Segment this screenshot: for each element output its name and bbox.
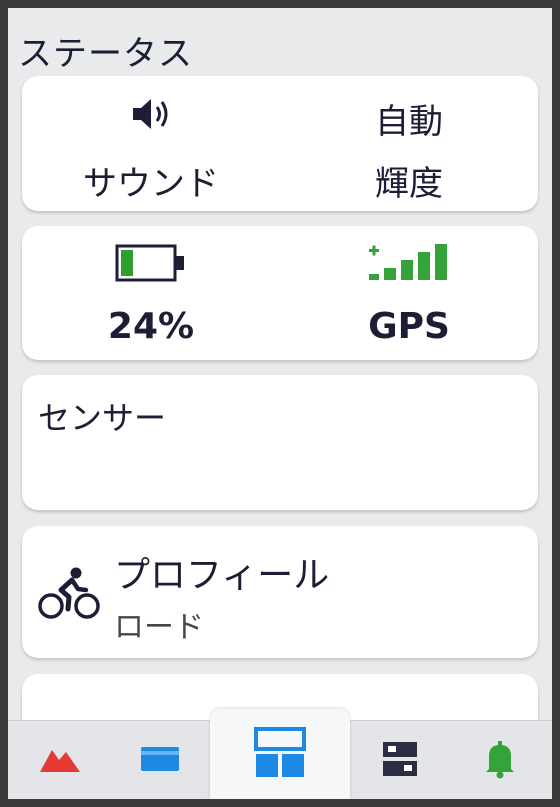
- profile-value: ロード: [114, 610, 204, 645]
- widget-grid-icon: [254, 726, 306, 783]
- sound-toggle[interactable]: サウンド: [22, 76, 280, 211]
- gps-signal-icon: [280, 242, 538, 282]
- sound-label: サウンド: [83, 164, 219, 204]
- bottom-nav: [8, 709, 552, 799]
- brightness-label: 輝度: [375, 164, 443, 204]
- device-list-icon: [380, 739, 420, 783]
- battery-status[interactable]: 24%: [22, 226, 280, 360]
- nav-widgets[interactable]: [210, 709, 350, 799]
- profile-card[interactable]: プロフィール ロード: [22, 526, 538, 658]
- card-icon: [140, 744, 180, 778]
- sensor-label: センサー: [38, 399, 167, 437]
- nav-notifications[interactable]: [450, 721, 550, 799]
- page-title: ステータス: [18, 34, 193, 74]
- nav-map[interactable]: [10, 721, 110, 799]
- mountain-icon: [39, 744, 81, 778]
- gps-status[interactable]: GPS: [280, 226, 538, 360]
- nav-devices[interactable]: [350, 721, 450, 799]
- battery-gps-card: 24% GPS: [22, 226, 538, 360]
- brightness-control[interactable]: 自動 輝度: [280, 76, 538, 211]
- sound-brightness-card: サウンド 自動 輝度: [22, 76, 538, 211]
- battery-icon: [22, 244, 280, 282]
- cyclist-icon: [38, 566, 102, 626]
- battery-percent: 24%: [107, 306, 195, 347]
- gps-label: GPS: [368, 306, 450, 347]
- speaker-icon: [22, 96, 280, 132]
- brightness-value: 自動: [375, 102, 443, 142]
- status-screen: ステータス サウンド 自動 輝度 24% GPS センサー プロフィール ロード: [8, 8, 552, 799]
- nav-card[interactable]: [110, 721, 210, 799]
- bell-icon: [483, 739, 517, 783]
- sensor-card[interactable]: センサー: [22, 375, 538, 510]
- profile-label: プロフィール: [114, 555, 330, 596]
